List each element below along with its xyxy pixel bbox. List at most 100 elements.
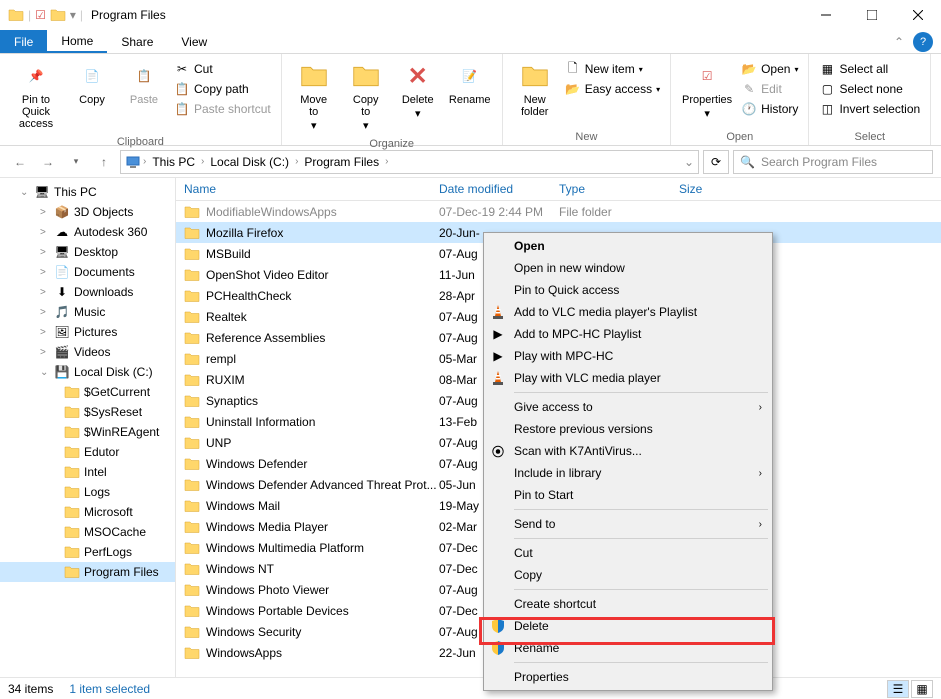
copy-button[interactable]: 📄Copy [66, 56, 118, 110]
ctx-open-new-window[interactable]: Open in new window [486, 257, 770, 279]
col-date[interactable]: Date modified [439, 182, 559, 196]
cut-button[interactable]: ✂Cut [172, 60, 273, 78]
ctx-include-library[interactable]: Include in library› [486, 462, 770, 484]
paste-shortcut-button[interactable]: 📋Paste shortcut [172, 100, 273, 118]
navigation-pane[interactable]: ⌄🖥This PC >📦3D Objects>☁Autodesk 360>🖥De… [0, 178, 176, 677]
qat-check-icon[interactable]: ☑ [35, 8, 46, 22]
rename-button[interactable]: 📝Rename [444, 56, 496, 110]
paste-button[interactable]: 📋Paste [118, 56, 170, 110]
sidebar-item[interactable]: >🖥Desktop [0, 242, 175, 262]
new-folder-button[interactable]: New folder [509, 56, 561, 122]
pin-to-quick-access-button[interactable]: 📌Pin to Quick access [6, 56, 66, 134]
sidebar-item[interactable]: $GetCurrent [0, 382, 175, 402]
file-row[interactable]: ModifiableWindowsApps07-Dec-19 2:44 PMFi… [176, 201, 941, 222]
ctx-pin-quick-access[interactable]: Pin to Quick access [486, 279, 770, 301]
address-bar[interactable]: › This PC› Local Disk (C:)› Program File… [120, 150, 699, 174]
ctx-scan-k7[interactable]: ⦿Scan with K7AntiVirus... [486, 440, 770, 462]
select-all-button[interactable]: ▦Select all [817, 60, 922, 78]
folder-icon [184, 204, 200, 220]
ctx-create-shortcut[interactable]: Create shortcut [486, 593, 770, 615]
breadcrumb-item[interactable]: Local Disk (C:) [206, 155, 293, 169]
breadcrumb-item[interactable]: Program Files [300, 155, 383, 169]
folder-icon [64, 544, 80, 560]
sidebar-item[interactable]: >🎵Music [0, 302, 175, 322]
help-button[interactable]: ? [913, 32, 933, 52]
qat-overflow[interactable]: ▾ [70, 8, 76, 22]
tab-file[interactable]: File [0, 30, 47, 53]
status-selected: 1 item selected [69, 682, 150, 696]
sidebar-item[interactable]: >☁Autodesk 360 [0, 222, 175, 242]
breadcrumb-item[interactable]: This PC [148, 155, 199, 169]
ctx-copy[interactable]: Copy [486, 564, 770, 586]
sidebar-item[interactable]: PerfLogs [0, 542, 175, 562]
ctx-vlc-play[interactable]: Play with VLC media player [486, 367, 770, 389]
ribbon-tabs: File Home Share View ⌃ ? [0, 30, 941, 54]
col-size[interactable]: Size [679, 182, 739, 196]
nav-recent-button[interactable]: ▾ [64, 150, 88, 174]
ctx-mpc-add[interactable]: ▶Add to MPC-HC Playlist [486, 323, 770, 345]
sidebar-item[interactable]: Edutor [0, 442, 175, 462]
search-placeholder: Search Program Files [761, 155, 877, 169]
ctx-mpc-play[interactable]: ▶Play with MPC-HC [486, 345, 770, 367]
copy-to-icon [350, 60, 382, 92]
sidebar-item[interactable]: >📄Documents [0, 262, 175, 282]
sidebar-item[interactable]: ⌄💾Local Disk (C:) [0, 362, 175, 382]
ribbon-collapse-button[interactable]: ⌃ [889, 30, 909, 53]
tab-home[interactable]: Home [47, 30, 107, 53]
ctx-vlc-add[interactable]: Add to VLC media player's Playlist [486, 301, 770, 323]
addr-dropdown[interactable]: ⌄ [684, 155, 694, 169]
tab-share[interactable]: Share [107, 30, 167, 53]
easy-access-button[interactable]: 📂Easy access ▾ [563, 80, 662, 98]
view-details-button[interactable]: ☰ [887, 680, 909, 698]
ctx-give-access[interactable]: Give access to› [486, 396, 770, 418]
tab-view[interactable]: View [167, 30, 221, 53]
nav-forward-button[interactable]: → [36, 150, 60, 174]
ctx-pin-start[interactable]: Pin to Start [486, 484, 770, 506]
column-headers[interactable]: Name Date modified Type Size [176, 178, 941, 201]
edit-button[interactable]: ✎Edit [739, 80, 800, 98]
ctx-rename[interactable]: Rename [486, 637, 770, 659]
sidebar-item[interactable]: >⬇Downloads [0, 282, 175, 302]
refresh-button[interactable]: ⟳ [703, 150, 729, 174]
qat-divider: | [28, 8, 31, 22]
col-type[interactable]: Type [559, 182, 679, 196]
sidebar-item[interactable]: Program Files [0, 562, 175, 582]
invert-selection-button[interactable]: ◫Invert selection [817, 100, 922, 118]
ctx-cut[interactable]: Cut [486, 542, 770, 564]
ctx-properties[interactable]: Properties [486, 666, 770, 688]
edit-icon: ✎ [741, 81, 757, 97]
nav-up-button[interactable]: ↑ [92, 150, 116, 174]
sidebar-item-thispc[interactable]: ⌄🖥This PC [0, 182, 175, 202]
select-none-button[interactable]: ▢Select none [817, 80, 922, 98]
copy-to-button[interactable]: Copy to▾ [340, 56, 392, 136]
col-name[interactable]: Name [184, 182, 439, 196]
view-large-button[interactable]: ▦ [911, 680, 933, 698]
folder-icon [184, 267, 200, 283]
copy-path-button[interactable]: 📋Copy path [172, 80, 273, 98]
folder-icon [184, 372, 200, 388]
minimize-button[interactable] [803, 0, 849, 30]
delete-button[interactable]: ✕Delete▾ [392, 56, 444, 124]
ctx-open[interactable]: Open [486, 235, 770, 257]
sidebar-item[interactable]: >📦3D Objects [0, 202, 175, 222]
nav-back-button[interactable]: ← [8, 150, 32, 174]
sidebar-item[interactable]: Microsoft [0, 502, 175, 522]
ctx-delete[interactable]: Delete [486, 615, 770, 637]
ctx-restore[interactable]: Restore previous versions [486, 418, 770, 440]
sidebar-item[interactable]: Logs [0, 482, 175, 502]
search-input[interactable]: 🔍 Search Program Files [733, 150, 933, 174]
sidebar-item[interactable]: >🖼Pictures [0, 322, 175, 342]
history-button[interactable]: 🕐History [739, 100, 800, 118]
close-button[interactable] [895, 0, 941, 30]
maximize-button[interactable] [849, 0, 895, 30]
new-item-button[interactable]: 🗋New item ▾ [563, 60, 662, 78]
properties-button[interactable]: ☑Properties▾ [677, 56, 737, 124]
ctx-send-to[interactable]: Send to› [486, 513, 770, 535]
sidebar-item[interactable]: MSOCache [0, 522, 175, 542]
open-button[interactable]: 📂Open ▾ [739, 60, 800, 78]
sidebar-item[interactable]: $SysReset [0, 402, 175, 422]
sidebar-item[interactable]: >🎬Videos [0, 342, 175, 362]
sidebar-item[interactable]: Intel [0, 462, 175, 482]
sidebar-item[interactable]: $WinREAgent [0, 422, 175, 442]
move-to-button[interactable]: Move to▾ [288, 56, 340, 136]
